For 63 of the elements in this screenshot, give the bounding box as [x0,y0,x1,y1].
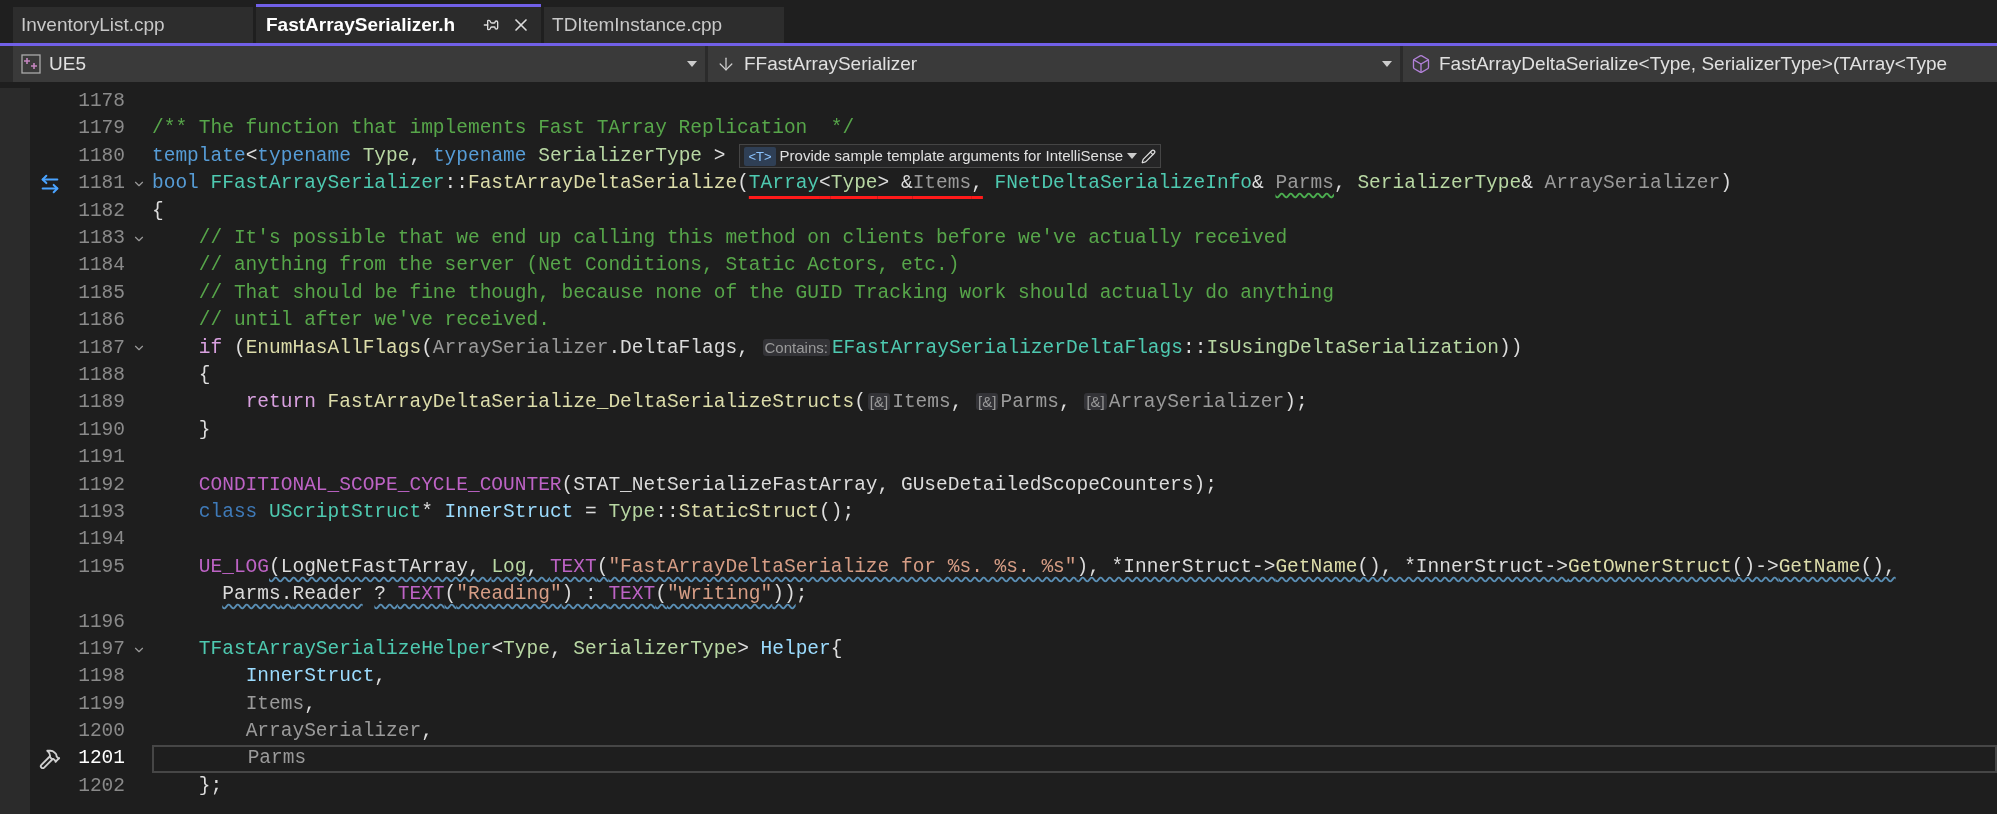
code-line: { [152,198,164,224]
line-number: 1180 [78,144,125,167]
line-number: 1185 [78,281,125,304]
line-number: 1179 [78,117,125,140]
navigation-dropdown[interactable]: FastArrayDeltaSerialize<Type, SerializerType>(TArray<Type [1403,46,1997,82]
code-line: ArraySerializer, [244,719,433,745]
code-line: /** The function that implements Fast TArray Replication */ [152,116,855,142]
navigation-dropdown[interactable]: UE5 [13,46,705,82]
project-icon [21,54,41,74]
line-number: 1181 [78,172,125,195]
file-tab[interactable]: InventoryList.cpp [13,7,253,43]
file-tab[interactable]: FastArraySerializer.h [256,4,542,43]
code-line: bool FFastArraySerializer::FastArrayDeltaSerialize(TArray<Type> &Items, FNetDeltaSerializeInfo& Parms, SerializerType& ArraySerializer) [152,171,1732,197]
line-number: 1190 [78,418,125,441]
code-line: UE_LOG(LogNetFastTArray, Log, TEXT("FastArrayDeltaSerialize for %s. %s. %s"), *InnerStruct->GetName(), *InnerStruct->GetOwnerStruct()->GetName(), [197,554,1896,580]
line-number: 1192 [78,473,125,496]
code-line: template<typename Type, typename SerializerType > [152,143,726,169]
code-line: TFastArraySerializeHelper<Type, SerializerType> Helper{ [197,636,843,662]
code-line: Parms [246,746,307,772]
hammer-icon[interactable] [39,748,61,771]
code-line: Items, [244,691,316,717]
line-number: 1200 [78,720,125,743]
swap-arrows-icon[interactable] [39,172,61,195]
line-number: 1183 [78,227,125,250]
code-line: // It's possible that we end up calling this method on clients before we've actually received [197,226,1288,252]
code-line: { [197,363,211,388]
line-number: 1182 [78,199,125,222]
line-number: 1184 [78,254,125,277]
file-tab[interactable]: TDItemInstance.cpp [544,7,785,43]
code-line: } [197,417,211,443]
code-line: }; [197,773,223,799]
line-number: 1189 [78,391,125,414]
line-number: 1178 [78,90,125,113]
code-line: // until after we've received. [197,308,550,334]
code-line: class UScriptStruct* InnerStruct = Type::StaticStruct(); [197,499,855,525]
line-number: 1201 [78,747,125,770]
hint-text: Provide sample template arguments for IntelliSense [779,146,1124,167]
caret-icon [1127,153,1138,160]
line-number: 1199 [78,692,125,715]
pencil-icon[interactable] [1141,148,1157,164]
line-number: 1187 [78,336,125,359]
line-number: 1197 [78,637,125,660]
cube-icon [1411,54,1431,74]
code-line: Parms.Reader ? TEXT("Reading") : TEXT("Writing")); [221,582,808,608]
line-number: 1186 [78,309,125,332]
code-line: InnerStruct, [244,664,387,690]
line-number: 1193 [78,500,125,523]
line-number: 1191 [78,446,125,469]
line-number: 1202 [78,774,125,797]
line-number: 1194 [78,528,125,551]
code-line: // anything from the server (Net Conditions, Static Actors, etc.) [197,253,960,279]
navigation-dropdown[interactable]: FFastArraySerializer [708,46,1400,82]
line-number: 1195 [78,555,125,578]
line-number: 1188 [78,364,125,386]
code-line: if (EnumHasAllFlags(ArraySerializer.DeltaFlags, Contains: EFastArraySerializerDeltaFlags::IsUsingDeltaSerialization)) [197,335,1523,361]
template-badge: <T> [744,146,776,167]
code-line: // That should be fine though, because none of the GUID Tracking work should actually do anything [197,280,1334,306]
template-hint-bar[interactable]: <T> Provide sample template arguments for IntelliSense [739,144,1162,169]
line-number: 1198 [78,665,125,688]
code-line: CONDITIONAL_SCOPE_CYCLE_COUNTER(STAT_NetSerializeFastArray, GUseDetailedScopeCounters); [197,472,1217,498]
pin-icon[interactable] [483,17,500,33]
line-number: 1196 [78,610,125,633]
code-line: return FastArrayDeltaSerialize_DeltaSerializeStructs( [&] Items, [&] Parms, [&] ArraySerializer); [244,390,1308,416]
